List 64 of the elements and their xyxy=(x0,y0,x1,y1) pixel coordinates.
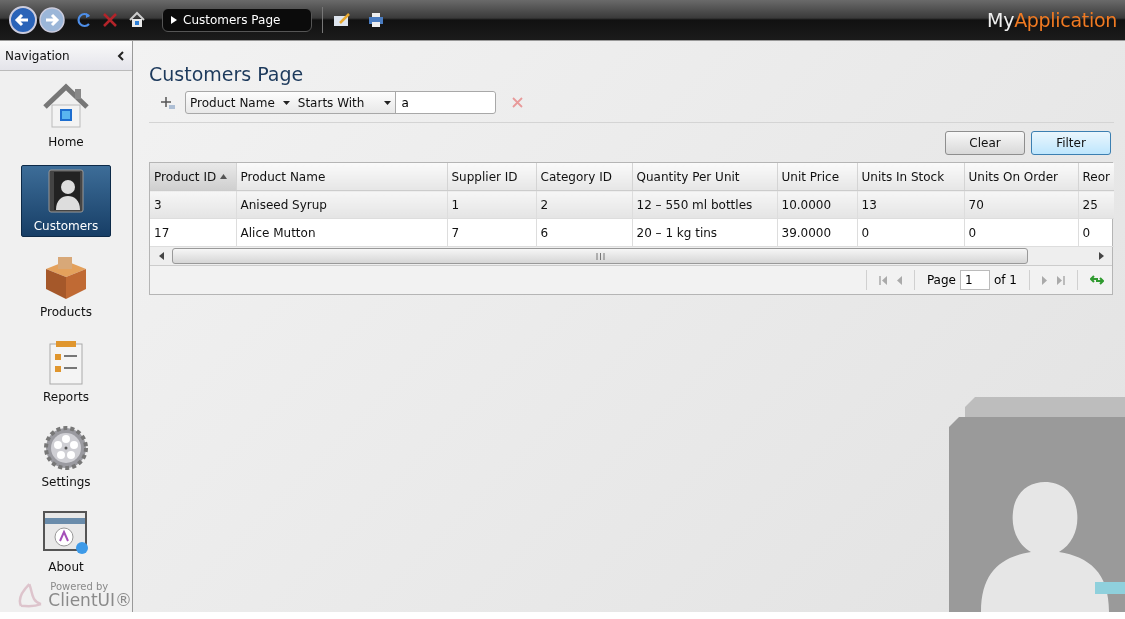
table-cell: 70 xyxy=(964,190,1078,219)
page-title: Customers Page xyxy=(149,63,305,85)
app-logo: MyApplication xyxy=(987,9,1117,31)
clear-button[interactable]: Clear xyxy=(945,131,1025,155)
home-icon[interactable] xyxy=(128,11,146,29)
nav-item[interactable]: Home xyxy=(21,80,111,152)
navigation-title: Navigation xyxy=(5,48,70,63)
table-cell: Aniseed Syrup xyxy=(236,190,447,219)
page-number-field[interactable]: 1 xyxy=(960,270,990,290)
collapse-icon[interactable] xyxy=(117,50,124,61)
table-cell: 12 – 550 ml bottles xyxy=(632,190,777,219)
column-header[interactable]: Product ID xyxy=(150,163,236,191)
column-header[interactable]: Quantity Per Unit xyxy=(632,163,777,191)
nav-item[interactable]: Products xyxy=(21,250,111,322)
grip-icon xyxy=(595,252,605,260)
nav-item[interactable]: About xyxy=(21,505,111,577)
about-icon xyxy=(42,510,90,556)
add-filter-icon[interactable] xyxy=(161,95,175,110)
brand-name: ClientUI® xyxy=(48,591,132,609)
table-cell: 20 – 1 kg tins xyxy=(632,218,777,247)
filter-button[interactable]: Filter xyxy=(1031,131,1111,155)
refresh-icon[interactable] xyxy=(1090,274,1104,286)
column-header[interactable]: Supplier ID xyxy=(447,163,536,191)
back-button[interactable] xyxy=(8,5,38,35)
table-cell: 10.0000 xyxy=(777,190,857,219)
close-icon[interactable] xyxy=(102,12,118,28)
nav-item[interactable]: Settings xyxy=(21,420,111,492)
scroll-right-icon[interactable] xyxy=(1098,252,1104,260)
table-cell: 3 xyxy=(150,190,236,219)
table-cell: 1 xyxy=(447,190,536,219)
page-label: Page xyxy=(926,273,956,287)
sort-ascending-icon xyxy=(220,174,228,179)
play-icon xyxy=(171,16,177,24)
column-header[interactable]: Category ID xyxy=(536,163,632,191)
column-header[interactable]: Units In Stock xyxy=(857,163,964,191)
forward-button[interactable] xyxy=(38,5,66,35)
reports-icon xyxy=(46,340,86,386)
customers-icon xyxy=(46,167,86,215)
breadcrumb[interactable]: Customers Page xyxy=(162,8,312,32)
table-cell: 7 xyxy=(447,218,536,247)
home-icon xyxy=(41,81,91,131)
table-cell: 17 xyxy=(150,218,236,247)
table-cell: 0 xyxy=(857,218,964,247)
print-icon[interactable] xyxy=(367,12,385,28)
column-header[interactable]: Unit Price xyxy=(777,163,857,191)
table-cell: 13 xyxy=(857,190,964,219)
table-cell: 2 xyxy=(536,190,632,219)
nav-item[interactable]: Reports xyxy=(21,335,111,407)
table-cell: 39.0000 xyxy=(777,218,857,247)
column-header[interactable]: Reor xyxy=(1078,163,1114,191)
table-cell: Alice Mutton xyxy=(236,218,447,247)
table-cell: 0 xyxy=(1078,218,1114,247)
page-count-label: of 1 xyxy=(994,273,1017,287)
nav-item[interactable]: Customers xyxy=(21,165,111,237)
table-cell: 0 xyxy=(964,218,1078,247)
edit-icon[interactable] xyxy=(333,13,351,27)
powered-by-text: Powered by xyxy=(50,581,109,592)
table-cell: 6 xyxy=(536,218,632,247)
settings-icon xyxy=(43,425,89,471)
scrollbar-thumb[interactable] xyxy=(172,248,1028,264)
column-header[interactable]: Units On Order xyxy=(964,163,1078,191)
scroll-left-icon[interactable] xyxy=(158,252,164,260)
refresh-icon[interactable] xyxy=(76,11,92,29)
column-header[interactable]: Product Name xyxy=(236,163,447,191)
